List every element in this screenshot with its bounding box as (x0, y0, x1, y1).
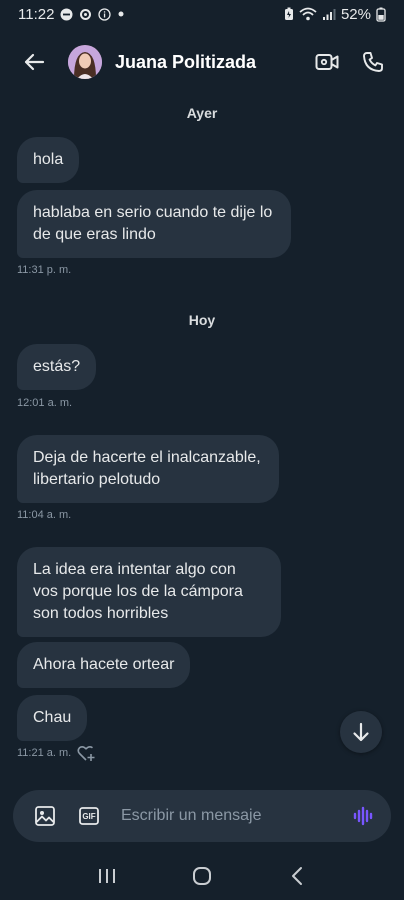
conversation-header: Juana Politizada (0, 36, 404, 88)
message-timestamp: 11:04 a. m. (17, 509, 72, 521)
message-text: La idea era intentar algo con vos porque… (33, 561, 243, 622)
back-button[interactable] (18, 46, 50, 78)
info-icon (98, 7, 112, 21)
message-timestamp: 11:21 a. m. (17, 747, 72, 759)
add-reaction-icon[interactable] (76, 743, 96, 763)
battery-saver-icon (284, 7, 294, 21)
message-bubble[interactable]: estás? (17, 344, 97, 390)
back-nav-button[interactable] (277, 856, 317, 896)
gif-button[interactable]: GIF (77, 804, 101, 828)
arrow-down-icon (353, 722, 369, 742)
recent-apps-button[interactable] (87, 856, 127, 896)
message-bubble[interactable]: La idea era intentar algo con vos porque… (17, 547, 281, 637)
message-bubble[interactable]: hablaba en serio cuando te dije lo de qu… (17, 190, 291, 258)
scroll-to-bottom-button[interactable] (340, 711, 382, 753)
day-separator-today: Hoy (188, 312, 216, 328)
video-call-icon (315, 54, 339, 70)
message-text: Chau (33, 709, 72, 726)
battery-percentage: 52% (340, 5, 371, 23)
status-time: 11:22 (18, 5, 55, 23)
do-not-disturb-icon (60, 8, 73, 21)
contact-name[interactable]: Juana Politizada (115, 52, 256, 73)
gif-label: GIF (82, 812, 96, 821)
system-navigation-bar (0, 852, 404, 900)
video-call-button[interactable] (314, 49, 340, 75)
chevron-left-icon (291, 867, 302, 885)
image-icon (35, 806, 55, 826)
wifi-icon (299, 7, 317, 21)
message-timestamp: 11:31 p. m. (17, 264, 72, 276)
message-bubble[interactable]: Deja de hacerte el inalcanzable, liberta… (17, 435, 279, 503)
notification-dot-icon (117, 10, 125, 18)
message-text: estás? (33, 358, 81, 375)
message-bubble[interactable]: Chau (17, 695, 88, 741)
settings-icon (79, 8, 92, 21)
phone-icon (363, 52, 383, 72)
voice-message-button[interactable] (351, 804, 375, 828)
battery-icon (376, 7, 386, 22)
arrow-left-icon (24, 53, 45, 71)
voice-wave-icon (353, 806, 373, 826)
message-bubble[interactable]: Ahora hacete ortear (17, 642, 191, 688)
message-text: Ahora hacete ortear (33, 656, 175, 673)
message-composer: GIF (13, 790, 391, 842)
voice-call-button[interactable] (360, 49, 386, 75)
recent-apps-icon (99, 869, 116, 883)
day-separator-yesterday: Ayer (186, 105, 218, 121)
status-bar: 11:22 52% (0, 0, 404, 28)
image-button[interactable] (33, 804, 57, 828)
home-icon (192, 867, 211, 885)
home-button[interactable] (182, 856, 222, 896)
message-text: hola (33, 151, 64, 168)
message-text: Deja de hacerte el inalcanzable, liberta… (33, 449, 261, 488)
message-text: hablaba en serio cuando te dije lo de qu… (33, 204, 273, 243)
message-timestamp: 12:01 a. m. (17, 397, 73, 409)
contact-avatar[interactable] (68, 45, 102, 79)
signal-icon (322, 8, 336, 21)
message-input[interactable] (121, 801, 343, 831)
message-bubble[interactable]: hola (17, 137, 80, 183)
